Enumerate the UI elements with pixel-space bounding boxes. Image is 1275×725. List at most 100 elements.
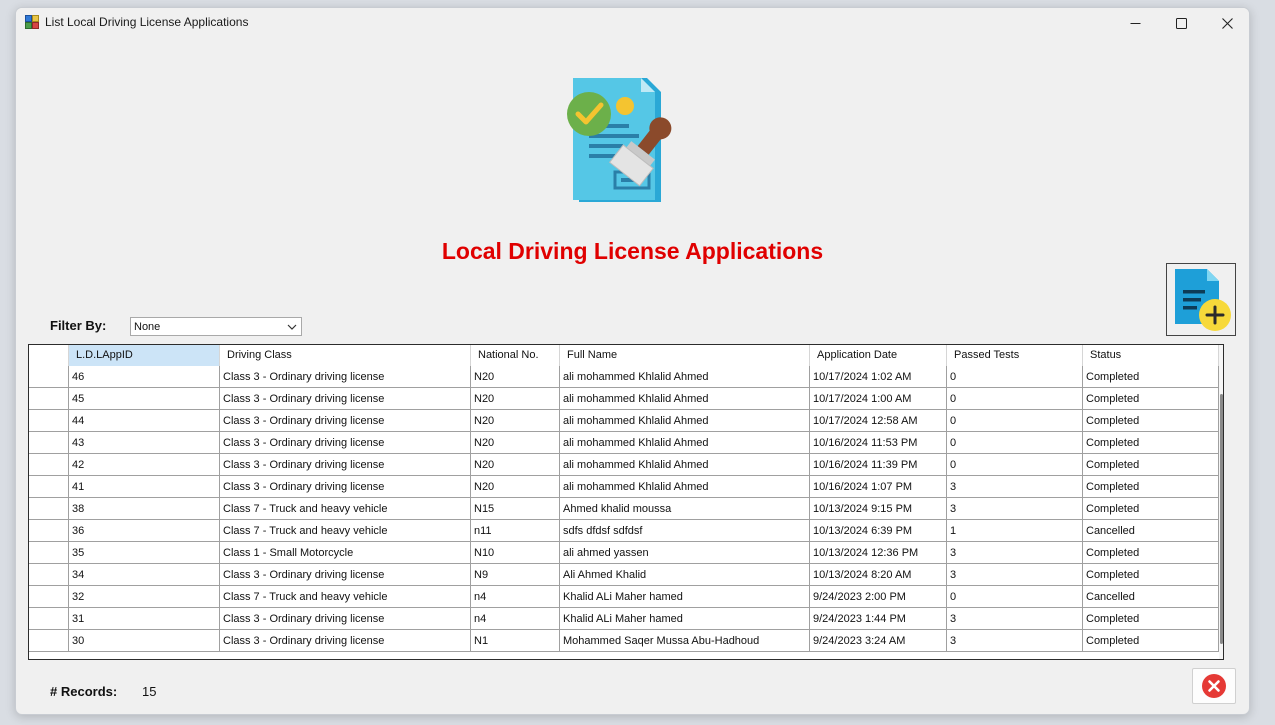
cell-full-name[interactable]: ali mohammed Khlalid Ahmed (560, 432, 810, 454)
cell-ldlappid[interactable]: 36 (69, 520, 220, 542)
cell-national-no[interactable]: N15 (471, 498, 560, 520)
cell-status[interactable]: Completed (1083, 454, 1219, 476)
cell-application-date[interactable]: 10/17/2024 1:02 AM (810, 366, 947, 388)
cell-national-no[interactable]: N10 (471, 542, 560, 564)
cell-passed-tests[interactable]: 3 (947, 630, 1083, 652)
cell-application-date[interactable]: 10/13/2024 8:20 AM (810, 564, 947, 586)
cell-application-date[interactable]: 9/24/2023 1:44 PM (810, 608, 947, 630)
cell-passed-tests[interactable]: 0 (947, 586, 1083, 608)
row-header[interactable] (29, 454, 69, 476)
cell-national-no[interactable]: N20 (471, 454, 560, 476)
cell-national-no[interactable]: N20 (471, 432, 560, 454)
row-header[interactable] (29, 608, 69, 630)
add-application-button[interactable] (1166, 263, 1236, 336)
cell-status[interactable]: Completed (1083, 564, 1219, 586)
table-row[interactable]: 38 Class 7 - Truck and heavy vehicle N15 Ah… (29, 498, 1219, 520)
row-header[interactable] (29, 586, 69, 608)
cell-status[interactable]: Completed (1083, 542, 1219, 564)
cell-status[interactable]: Cancelled (1083, 586, 1219, 608)
row-header[interactable] (29, 388, 69, 410)
cell-application-date[interactable]: 10/13/2024 12:36 PM (810, 542, 947, 564)
cell-national-no[interactable]: N20 (471, 366, 560, 388)
cell-driving-class[interactable]: Class 7 - Truck and heavy vehicle (220, 520, 471, 542)
table-row[interactable]: 41 Class 3 - Ordinary driving license N20 a… (29, 476, 1219, 498)
close-button[interactable] (1192, 668, 1236, 704)
cell-status[interactable]: Completed (1083, 410, 1219, 432)
row-header[interactable] (29, 476, 69, 498)
cell-driving-class[interactable]: Class 1 - Small Motorcycle (220, 542, 471, 564)
cell-status[interactable]: Completed (1083, 498, 1219, 520)
cell-application-date[interactable]: 10/16/2024 11:53 PM (810, 432, 947, 454)
cell-application-date[interactable]: 10/16/2024 11:39 PM (810, 454, 947, 476)
cell-ldlappid[interactable]: 32 (69, 586, 220, 608)
table-row[interactable]: 30 Class 3 - Ordinary driving license N1 Mo… (29, 630, 1219, 652)
row-header[interactable] (29, 432, 69, 454)
cell-full-name[interactable]: ali mohammed Khlalid Ahmed (560, 388, 810, 410)
cell-driving-class[interactable]: Class 3 - Ordinary driving license (220, 608, 471, 630)
cell-national-no[interactable]: N20 (471, 476, 560, 498)
cell-driving-class[interactable]: Class 3 - Ordinary driving license (220, 630, 471, 652)
app-icon[interactable] (25, 15, 39, 29)
cell-ldlappid[interactable]: 42 (69, 454, 220, 476)
cell-ldlappid[interactable]: 31 (69, 608, 220, 630)
cell-status[interactable]: Cancelled (1083, 520, 1219, 542)
cell-full-name[interactable]: ali mohammed Khlalid Ahmed (560, 410, 810, 432)
filter-by-select[interactable]: None (130, 317, 302, 336)
window-close-button[interactable] (1204, 8, 1249, 38)
cell-full-name[interactable]: ali mohammed Khlalid Ahmed (560, 454, 810, 476)
cell-status[interactable]: Completed (1083, 432, 1219, 454)
cell-national-no[interactable]: N9 (471, 564, 560, 586)
cell-passed-tests[interactable]: 0 (947, 432, 1083, 454)
cell-driving-class[interactable]: Class 7 - Truck and heavy vehicle (220, 498, 471, 520)
cell-passed-tests[interactable]: 3 (947, 476, 1083, 498)
cell-driving-class[interactable]: Class 3 - Ordinary driving license (220, 366, 471, 388)
table-row[interactable]: 31 Class 3 - Ordinary driving license n4 Kh… (29, 608, 1219, 630)
cell-national-no[interactable]: N20 (471, 388, 560, 410)
cell-status[interactable]: Completed (1083, 608, 1219, 630)
cell-national-no[interactable]: N20 (471, 410, 560, 432)
column-header-passed-tests[interactable]: Passed Tests (947, 345, 1083, 366)
cell-passed-tests[interactable]: 3 (947, 542, 1083, 564)
cell-passed-tests[interactable]: 3 (947, 498, 1083, 520)
cell-driving-class[interactable]: Class 3 - Ordinary driving license (220, 432, 471, 454)
cell-ldlappid[interactable]: 35 (69, 542, 220, 564)
row-header[interactable] (29, 410, 69, 432)
cell-ldlappid[interactable]: 30 (69, 630, 220, 652)
cell-application-date[interactable]: 10/17/2024 1:00 AM (810, 388, 947, 410)
vertical-scrollbar[interactable] (1219, 345, 1223, 659)
table-row[interactable]: 35 Class 1 - Small Motorcycle N10 ali ahmed… (29, 542, 1219, 564)
maximize-button[interactable] (1158, 8, 1204, 38)
table-row[interactable]: 42 Class 3 - Ordinary driving license N20 a… (29, 454, 1219, 476)
cell-national-no[interactable]: N1 (471, 630, 560, 652)
column-header-driving-class[interactable]: Driving Class (220, 345, 471, 366)
row-header[interactable] (29, 520, 69, 542)
cell-ldlappid[interactable]: 38 (69, 498, 220, 520)
cell-passed-tests[interactable]: 0 (947, 410, 1083, 432)
cell-driving-class[interactable]: Class 3 - Ordinary driving license (220, 564, 471, 586)
row-header[interactable] (29, 630, 69, 652)
cell-passed-tests[interactable]: 3 (947, 608, 1083, 630)
cell-full-name[interactable]: ali ahmed yassen (560, 542, 810, 564)
row-header[interactable] (29, 564, 69, 586)
scrollbar-thumb[interactable] (1220, 394, 1223, 644)
applications-grid[interactable]: L.D.LAppID Driving Class National No. Fu… (28, 344, 1224, 660)
minimize-button[interactable] (1112, 8, 1158, 38)
cell-application-date[interactable]: 10/13/2024 6:39 PM (810, 520, 947, 542)
cell-status[interactable]: Completed (1083, 476, 1219, 498)
table-row[interactable]: 34 Class 3 - Ordinary driving license N9 Al… (29, 564, 1219, 586)
cell-passed-tests[interactable]: 0 (947, 454, 1083, 476)
cell-national-no[interactable]: n11 (471, 520, 560, 542)
cell-ldlappid[interactable]: 45 (69, 388, 220, 410)
table-row[interactable]: 46 Class 3 - Ordinary driving license N20 a… (29, 366, 1219, 388)
cell-application-date[interactable]: 10/13/2024 9:15 PM (810, 498, 947, 520)
cell-ldlappid[interactable]: 41 (69, 476, 220, 498)
cell-passed-tests[interactable]: 0 (947, 388, 1083, 410)
cell-full-name[interactable]: Mohammed Saqer Mussa Abu-Hadhoud (560, 630, 810, 652)
column-header-application-date[interactable]: Application Date (810, 345, 947, 366)
cell-status[interactable]: Completed (1083, 366, 1219, 388)
cell-full-name[interactable]: ali mohammed Khlalid Ahmed (560, 366, 810, 388)
cell-application-date[interactable]: 9/24/2023 3:24 AM (810, 630, 947, 652)
cell-full-name[interactable]: Khalid ALi Maher hamed (560, 586, 810, 608)
cell-passed-tests[interactable]: 3 (947, 564, 1083, 586)
cell-driving-class[interactable]: Class 3 - Ordinary driving license (220, 410, 471, 432)
